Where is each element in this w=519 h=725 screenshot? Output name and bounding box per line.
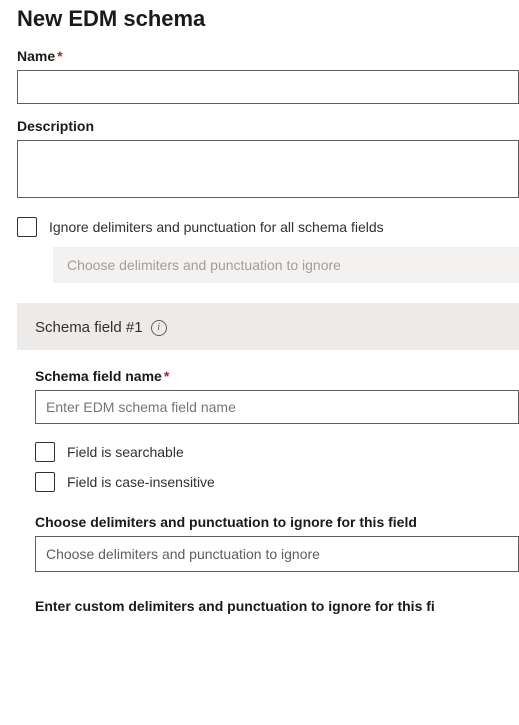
schema-field-title: Schema field #1: [35, 319, 143, 336]
choose-ignore-placeholder: Choose delimiters and punctuation to ign…: [46, 546, 320, 562]
schema-field-name-input[interactable]: [35, 390, 519, 424]
name-input[interactable]: [17, 70, 519, 104]
searchable-label: Field is searchable: [67, 444, 184, 460]
required-indicator: *: [164, 368, 169, 384]
choose-ignore-label: Choose delimiters and punctuation to ign…: [35, 514, 519, 530]
schema-field-name-label: Schema field name*: [35, 368, 519, 384]
description-label: Description: [17, 118, 519, 134]
name-label: Name*: [17, 48, 519, 64]
description-input[interactable]: [17, 140, 519, 198]
searchable-checkbox[interactable]: [35, 442, 55, 462]
choose-ignore-dropdown[interactable]: Choose delimiters and punctuation to ign…: [35, 536, 519, 572]
info-icon[interactable]: i: [151, 320, 167, 336]
ignore-all-label: Ignore delimiters and punctuation for al…: [49, 219, 384, 235]
case-insensitive-label: Field is case-insensitive: [67, 474, 215, 490]
schema-field-header: Schema field #1 i: [17, 303, 519, 350]
case-insensitive-checkbox[interactable]: [35, 472, 55, 492]
custom-ignore-label: Enter custom delimiters and punctuation …: [35, 598, 519, 614]
ignore-all-checkbox[interactable]: [17, 217, 37, 237]
ignore-all-dropdown: Choose delimiters and punctuation to ign…: [53, 247, 519, 283]
page-title: New EDM schema: [17, 6, 519, 32]
required-indicator: *: [57, 48, 62, 64]
